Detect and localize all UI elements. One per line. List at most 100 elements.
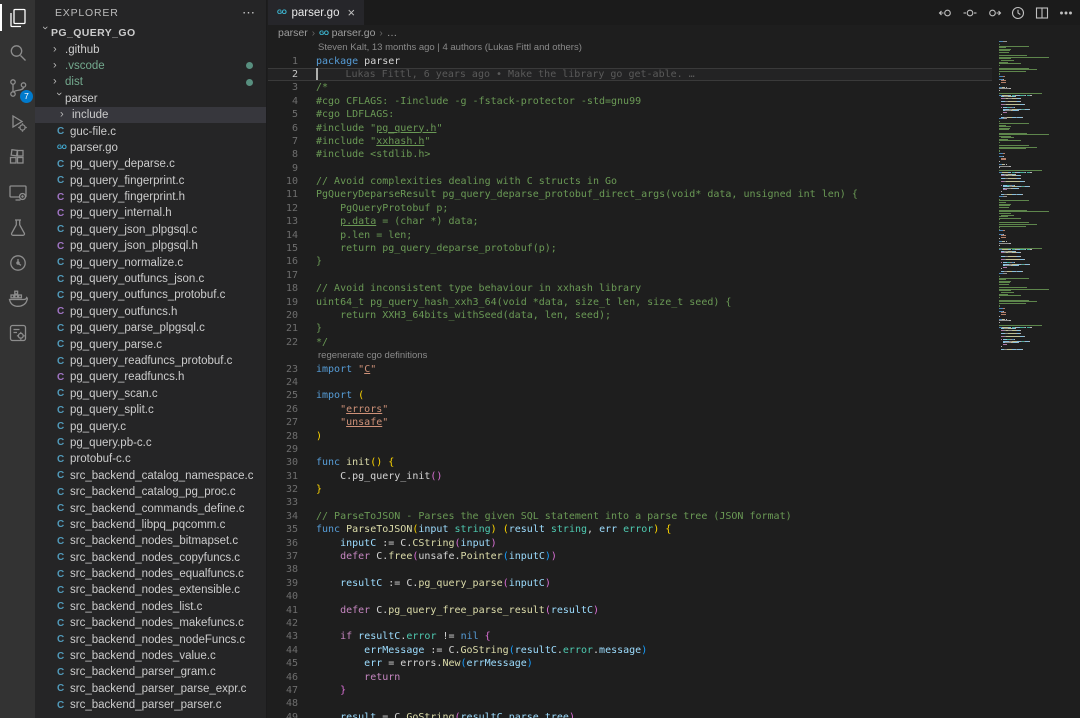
more-actions-icon[interactable]: [1057, 4, 1074, 21]
code-line[interactable]: 6#include "pg_query.h": [268, 121, 992, 134]
code-line[interactable]: 15 return pg_query_deparse_protobuf(p);: [268, 242, 992, 255]
file-item[interactable]: Csrc_backend_parser_gram.c: [35, 664, 266, 680]
source-control-icon[interactable]: 7: [0, 70, 35, 105]
code-line[interactable]: 29: [268, 443, 992, 456]
remote-explorer-icon[interactable]: [0, 175, 35, 210]
code-line[interactable]: 40: [268, 590, 992, 603]
code-line[interactable]: 45 err = errors.New(errMessage): [268, 657, 992, 670]
code-line[interactable]: 10// Avoid complexities dealing with C s…: [268, 175, 992, 188]
code-line[interactable]: 20 return XXH3_64bits_withSeed(data, len…: [268, 309, 992, 322]
code-line[interactable]: 37 defer C.free(unsafe.Pointer(inputC)): [268, 550, 992, 563]
file-item[interactable]: Csrc_backend_nodes_equalfuncs.c: [35, 566, 266, 582]
file-item[interactable]: Cpg_query_json_plpgsql.h: [35, 238, 266, 254]
docker-icon[interactable]: [0, 280, 35, 315]
testing-icon[interactable]: [0, 210, 35, 245]
file-item[interactable]: Cpg_query_outfuncs_json.c: [35, 271, 266, 287]
file-item[interactable]: Csrc_backend_nodes_extensible.c: [35, 582, 266, 598]
file-item[interactable]: Cpg_query_readfuncs_protobuf.c: [35, 353, 266, 369]
code-line[interactable]: 46 return: [268, 670, 992, 683]
code-line[interactable]: 49 result = C.GoString(resultC.parse_tre…: [268, 711, 992, 718]
tools-icon[interactable]: [0, 315, 35, 350]
file-item[interactable]: Csrc_backend_parser_parser.c: [35, 697, 266, 713]
code-line[interactable]: 8#include <stdlib.h>: [268, 148, 992, 161]
code-line[interactable]: 36 inputC := C.CString(input): [268, 536, 992, 549]
file-item[interactable]: Cpg_query_scan.c: [35, 386, 266, 402]
file-item[interactable]: Cpg_query_parse_plpgsql.c: [35, 320, 266, 336]
file-item[interactable]: Cpg_query_internal.h: [35, 205, 266, 221]
file-item[interactable]: Csrc_backend_nodes_copyfuncs.c: [35, 550, 266, 566]
code-line[interactable]: 9: [268, 162, 992, 175]
split-editor-icon[interactable]: [1033, 4, 1050, 21]
file-item[interactable]: Csrc_backend_libpq_pqcomm.c: [35, 517, 266, 533]
extensions-icon[interactable]: [0, 140, 35, 175]
code-line[interactable]: 23import "C": [268, 362, 992, 375]
file-item[interactable]: Cpg_query_deparse.c: [35, 156, 266, 172]
search-icon[interactable]: [0, 35, 35, 70]
breadcrumb-file[interactable]: parser.go: [332, 27, 376, 39]
tab-parser-go[interactable]: GO parser.go ×: [268, 0, 364, 25]
code-line[interactable]: 25import (: [268, 389, 992, 402]
folder-item[interactable]: ›include: [35, 107, 266, 123]
file-item[interactable]: Cpg_query_parse.c: [35, 336, 266, 352]
code-line[interactable]: 22*/: [268, 336, 992, 349]
compare-change-icon[interactable]: [961, 4, 978, 21]
code-line[interactable]: 28): [268, 429, 992, 442]
code-line[interactable]: 14 p.len = len;: [268, 228, 992, 241]
file-item[interactable]: Csrc_backend_catalog_namespace.c: [35, 468, 266, 484]
file-item[interactable]: Csrc_backend_catalog_pg_proc.c: [35, 484, 266, 500]
code-line[interactable]: 3/*: [268, 81, 992, 94]
file-item[interactable]: Csrc_backend_commands_define.c: [35, 500, 266, 516]
file-item[interactable]: Cguc-file.c: [35, 123, 266, 139]
tab-close-icon[interactable]: ×: [347, 8, 355, 18]
file-item[interactable]: Cpg_query_json_plpgsql.c: [35, 222, 266, 238]
code-editor[interactable]: Steven Kalt, 13 months ago | 4 authors (…: [268, 41, 992, 718]
breadcrumb-symbol-more[interactable]: …: [387, 27, 398, 39]
code-line[interactable]: 43 if resultC.error != nil {: [268, 630, 992, 643]
code-line[interactable]: 32}: [268, 483, 992, 496]
code-line[interactable]: 38: [268, 563, 992, 576]
minimap[interactable]: [992, 41, 1080, 718]
workspace-root-item[interactable]: › PG_QUERY_GO: [35, 25, 266, 41]
folder-item[interactable]: ›dist: [35, 74, 266, 90]
file-item[interactable]: Cprotobuf-c.c: [35, 451, 266, 467]
file-item[interactable]: Csrc_backend_nodes_makefuncs.c: [35, 615, 266, 631]
code-line[interactable]: 16}: [268, 255, 992, 268]
code-line[interactable]: 7#include "xxhash.h": [268, 135, 992, 148]
file-item[interactable]: Cpg_query_normalize.c: [35, 254, 266, 270]
file-item[interactable]: Csrc_backend_nodes_nodeFuncs.c: [35, 631, 266, 647]
next-change-icon[interactable]: [985, 4, 1002, 21]
code-line[interactable]: 19uint64_t pg_query_hash_xxh3_64(void *d…: [268, 295, 992, 308]
file-item[interactable]: Cpg_query.c: [35, 418, 266, 434]
code-line[interactable]: 42: [268, 617, 992, 630]
code-line[interactable]: 33: [268, 496, 992, 509]
gitlens-icon[interactable]: [0, 245, 35, 280]
code-line[interactable]: 30func init() {: [268, 456, 992, 469]
file-item[interactable]: Cpg_query_fingerprint.c: [35, 173, 266, 189]
file-history-icon[interactable]: [1009, 4, 1026, 21]
file-item[interactable]: Csrc_backend_parser_parse_expr.c: [35, 681, 266, 697]
code-line[interactable]: 35func ParseToJSON(input string) (result…: [268, 523, 992, 536]
codelens[interactable]: Steven Kalt, 13 months ago | 4 authors (…: [268, 41, 992, 54]
breadcrumb-folder[interactable]: parser: [278, 27, 308, 39]
file-item[interactable]: Cpg_query_outfuncs.h: [35, 304, 266, 320]
file-item[interactable]: Cpg_query_split.c: [35, 402, 266, 418]
file-item[interactable]: Csrc_backend_nodes_value.c: [35, 648, 266, 664]
previous-change-icon[interactable]: [937, 4, 954, 21]
code-line[interactable]: 21}: [268, 322, 992, 335]
code-line[interactable]: 12 PgQueryProtobuf p;: [268, 202, 992, 215]
code-line[interactable]: 4#cgo CFLAGS: -Iinclude -g -fstack-prote…: [268, 95, 992, 108]
code-line[interactable]: 47 }: [268, 684, 992, 697]
file-item[interactable]: Cpg_query_fingerprint.h: [35, 189, 266, 205]
folder-item[interactable]: ›.github: [35, 41, 266, 57]
file-item[interactable]: Csrc_backend_nodes_bitmapset.c: [35, 533, 266, 549]
code-line[interactable]: 17: [268, 269, 992, 282]
code-line[interactable]: 26 "errors": [268, 403, 992, 416]
code-line[interactable]: 44 errMessage := C.GoString(resultC.erro…: [268, 644, 992, 657]
file-item[interactable]: Csrc_backend_nodes_list.c: [35, 599, 266, 615]
code-line[interactable]: 18// Avoid inconsistent type behaviour i…: [268, 282, 992, 295]
file-item[interactable]: Cpg_query_outfuncs_protobuf.c: [35, 287, 266, 303]
code-line[interactable]: 48: [268, 697, 992, 710]
file-item[interactable]: GOparser.go: [35, 140, 266, 156]
code-line[interactable]: 34// ParseToJSON - Parses the given SQL …: [268, 510, 992, 523]
folder-item[interactable]: ›.vscode: [35, 58, 266, 74]
